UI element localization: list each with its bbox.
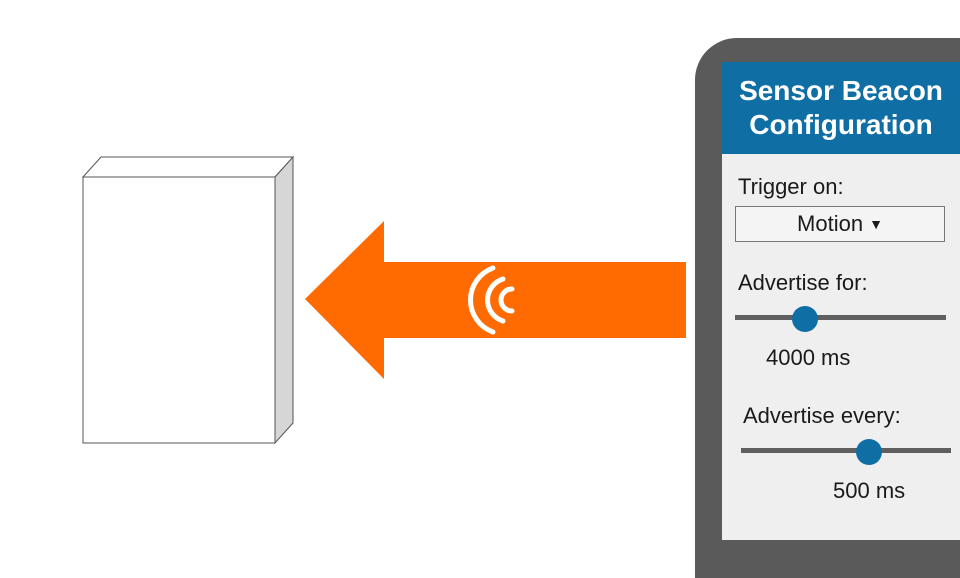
caret-down-icon: ▼	[869, 216, 883, 232]
app-title-line2: Configuration	[749, 109, 933, 140]
app-title-line1: Sensor Beacon	[739, 75, 943, 106]
transmission-arrow	[305, 221, 686, 379]
advertise-for-slider[interactable]	[735, 306, 946, 332]
advertise-for-label: Advertise for:	[738, 270, 868, 295]
advertise-every-label: Advertise every:	[743, 403, 901, 428]
phone-screen: Sensor Beacon Configuration Trigger on: …	[722, 62, 960, 540]
advertise-for-value: 4000 ms	[766, 345, 851, 370]
slider-thumb[interactable]	[791, 306, 818, 332]
trigger-label: Trigger on:	[738, 174, 844, 199]
advertise-every-value: 500 ms	[833, 478, 906, 503]
slider-track	[741, 448, 951, 453]
trigger-dropdown[interactable]: Motion ▼	[735, 206, 945, 242]
app-header: Sensor Beacon Configuration	[722, 62, 960, 154]
slider-thumb[interactable]	[856, 439, 883, 465]
advertise-every-slider[interactable]	[741, 439, 951, 465]
slider-track	[735, 315, 946, 320]
beacon-box-icon	[81, 155, 295, 445]
trigger-value: Motion	[797, 211, 864, 236]
